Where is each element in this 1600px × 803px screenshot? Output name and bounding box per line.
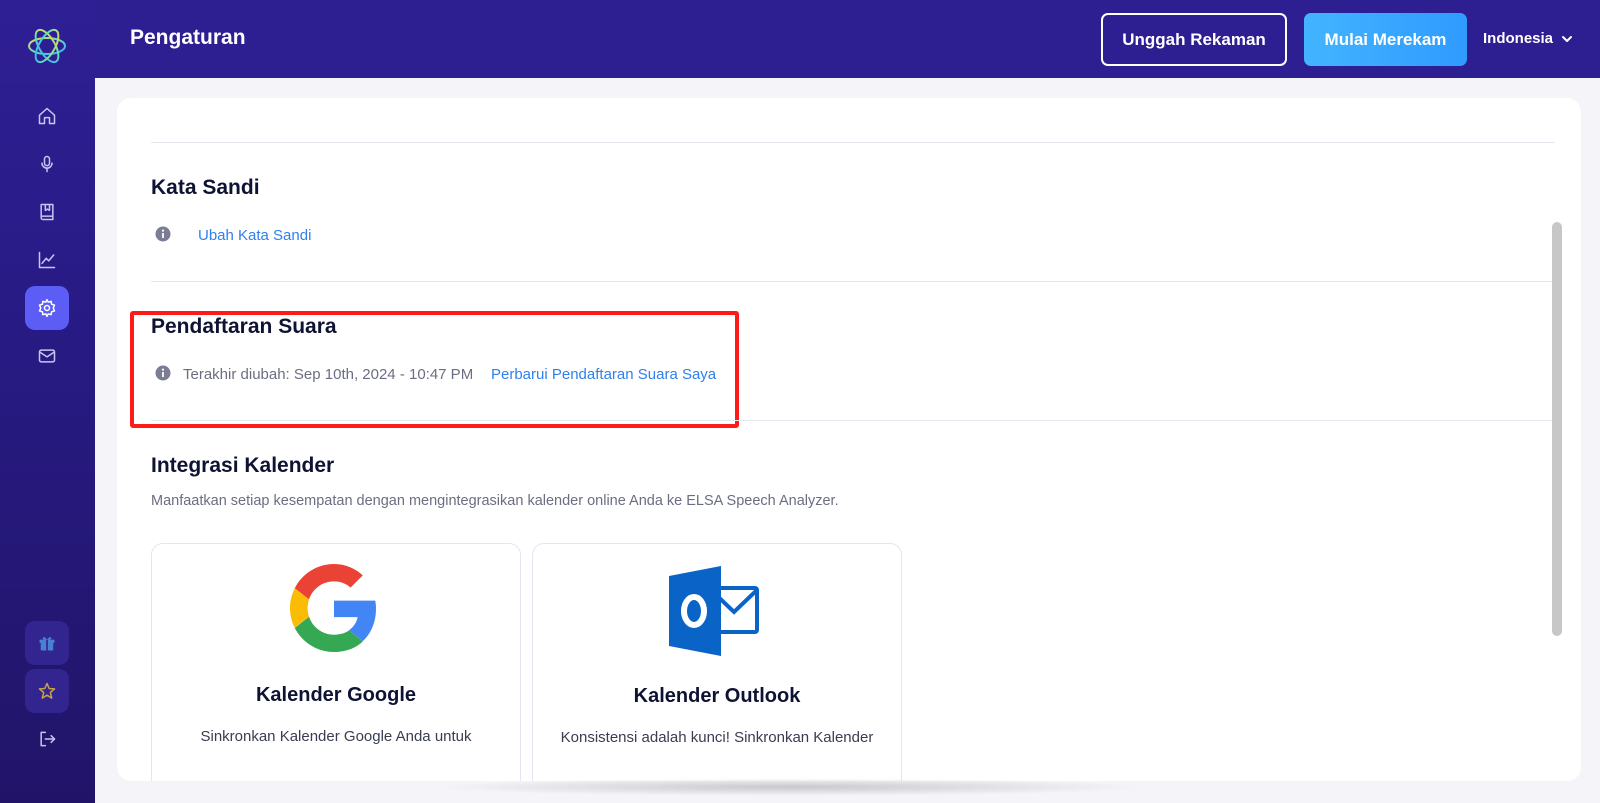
top-header: Pengaturan Unggah Rekaman Mulai Merekam … bbox=[95, 0, 1600, 78]
outlook-calendar-description: Konsistensi adalah kunci! Sinkronkan Kal… bbox=[560, 729, 874, 746]
upload-recording-button[interactable]: Unggah Rekaman bbox=[1101, 13, 1287, 66]
google-calendar-card[interactable]: Kalender Google Sinkronkan Kalender Goog… bbox=[151, 543, 521, 781]
nav-home[interactable] bbox=[25, 94, 69, 138]
nav-gift[interactable] bbox=[25, 621, 69, 665]
calendar-integration-description: Manfaatkan setiap kesempatan dengan meng… bbox=[151, 493, 839, 509]
microphone-icon bbox=[41, 155, 53, 173]
chevron-down-icon bbox=[1562, 35, 1573, 42]
google-calendar-title: Kalender Google bbox=[255, 684, 417, 706]
sidebar bbox=[0, 0, 95, 803]
chart-icon bbox=[38, 251, 56, 269]
divider bbox=[151, 142, 1555, 143]
nav-library[interactable] bbox=[25, 190, 69, 234]
divider bbox=[151, 420, 1555, 421]
outlook-calendar-card[interactable]: Kalender Outlook Konsistensi adalah kunc… bbox=[532, 543, 902, 781]
page-title: Pengaturan bbox=[130, 26, 246, 49]
language-label: Indonesia bbox=[1483, 30, 1554, 47]
google-logo-icon bbox=[290, 564, 376, 652]
logout-icon bbox=[40, 731, 56, 747]
scrollbar[interactable] bbox=[1552, 222, 1562, 636]
outlook-logo-icon bbox=[669, 566, 759, 656]
calendar-integration-title: Integrasi Kalender bbox=[151, 454, 335, 477]
home-icon bbox=[38, 107, 56, 125]
bottom-shadow bbox=[430, 778, 1150, 796]
mail-icon bbox=[38, 349, 56, 363]
settings-card: Kata Sandi Ubah Kata Sandi Pendaftaran S… bbox=[117, 98, 1581, 781]
google-calendar-description: Sinkronkan Kalender Google Anda untuk bbox=[200, 728, 472, 745]
change-password-link[interactable]: Ubah Kata Sandi bbox=[198, 227, 311, 244]
gift-icon bbox=[39, 637, 55, 651]
book-icon bbox=[40, 203, 54, 221]
app: Pengaturan Unggah Rekaman Mulai Merekam … bbox=[0, 0, 1600, 803]
gear-icon bbox=[38, 298, 56, 318]
outlook-calendar-title: Kalender Outlook bbox=[633, 685, 801, 707]
password-section-title: Kata Sandi bbox=[151, 176, 260, 199]
nav-messages[interactable] bbox=[25, 334, 69, 378]
info-icon bbox=[155, 226, 171, 242]
divider bbox=[151, 281, 1555, 282]
nav-record[interactable] bbox=[25, 142, 69, 186]
elsa-logo-icon[interactable] bbox=[25, 24, 69, 68]
nav-settings[interactable] bbox=[25, 286, 69, 330]
highlight-box bbox=[130, 311, 739, 428]
nav-rate[interactable] bbox=[25, 669, 69, 713]
star-icon bbox=[38, 682, 56, 699]
start-recording-button[interactable]: Mulai Merekam bbox=[1304, 13, 1467, 66]
language-selector[interactable]: Indonesia bbox=[1483, 30, 1573, 47]
nav-analytics[interactable] bbox=[25, 238, 69, 282]
nav-logout[interactable] bbox=[25, 717, 69, 761]
